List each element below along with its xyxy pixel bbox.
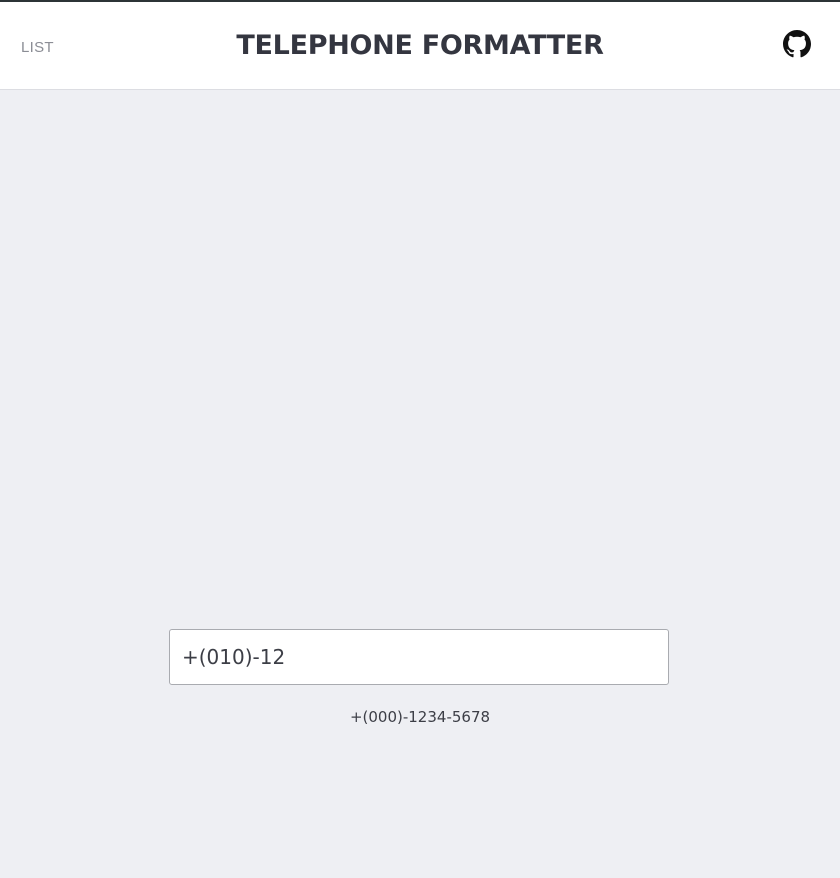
app-header: LIST TELEPHONE FORMATTER bbox=[0, 0, 840, 90]
github-link[interactable] bbox=[783, 30, 811, 58]
format-hint: +(000)-1234-5678 bbox=[349, 708, 491, 726]
phone-input[interactable] bbox=[169, 629, 669, 685]
page-title: TELEPHONE FORMATTER bbox=[236, 30, 604, 61]
github-icon bbox=[783, 30, 811, 58]
